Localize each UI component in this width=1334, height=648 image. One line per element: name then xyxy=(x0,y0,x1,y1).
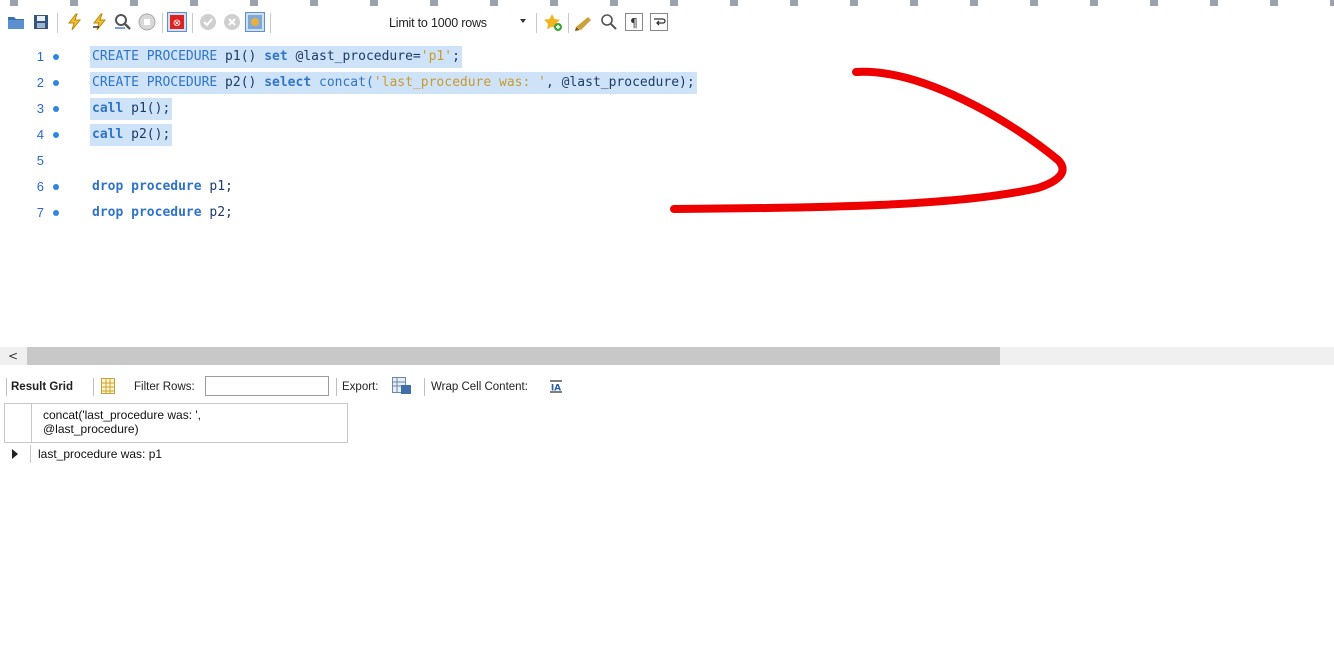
table-row[interactable]: last_procedure was: p1 xyxy=(4,445,348,463)
column-header-label: concat('last_procedure was: ', @last_pro… xyxy=(43,408,201,436)
toolbar-separator xyxy=(336,378,337,396)
filter-rows-input[interactable] xyxy=(205,376,329,396)
filter-rows-label: Filter Rows: xyxy=(134,381,195,393)
toolbar-separator xyxy=(424,378,425,396)
column-header[interactable]: concat('last_procedure was: ', @last_pro… xyxy=(4,403,348,443)
toolbar-separator xyxy=(93,378,94,396)
export-icon[interactable] xyxy=(392,377,412,398)
wrap-cell-label: Wrap Cell Content: xyxy=(431,381,528,393)
scrollbar-thumb[interactable] xyxy=(27,347,1000,365)
row-header-corner xyxy=(5,404,32,442)
table-cell[interactable]: last_procedure was: p1 xyxy=(38,447,162,461)
svg-text:IA: IA xyxy=(551,384,561,394)
red-annotation-stroke xyxy=(670,67,1067,213)
horizontal-scrollbar[interactable]: < xyxy=(0,347,1334,365)
scroll-left-icon[interactable]: < xyxy=(8,349,18,363)
result-toolbar: Result Grid Filter Rows: Export: Wrap Ce… xyxy=(0,373,1334,401)
export-label: Export: xyxy=(342,381,379,393)
grid-layout-icon[interactable] xyxy=(101,378,115,397)
current-row-pointer-icon xyxy=(12,449,18,459)
result-grid-tab[interactable]: Result Grid xyxy=(11,381,73,393)
toolbar-separator xyxy=(6,378,7,396)
wrap-cell-icon[interactable]: IA xyxy=(549,380,563,396)
row-header[interactable] xyxy=(4,445,31,463)
